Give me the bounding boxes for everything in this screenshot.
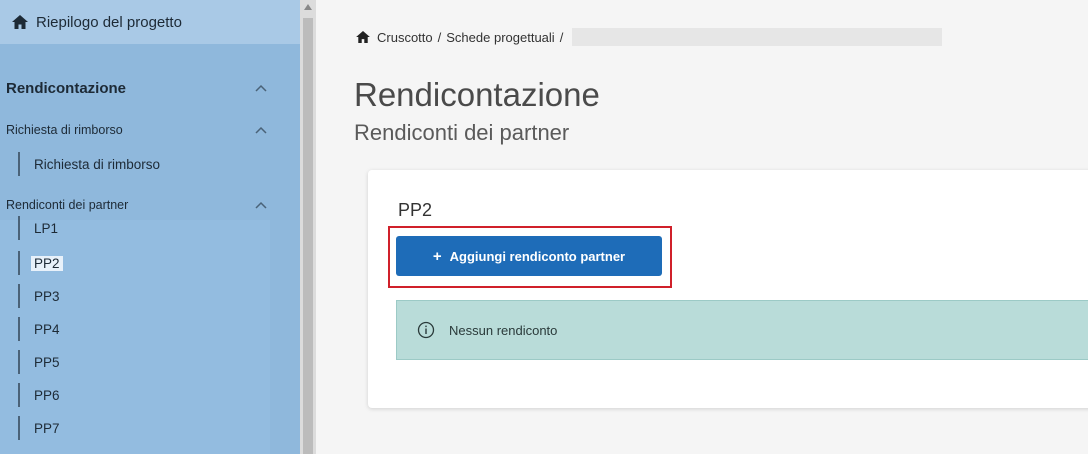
chevron-up-icon	[255, 126, 267, 134]
empty-info-alert: Nessun rendiconto	[396, 300, 1088, 360]
breadcrumb: Cruscotto / Schede progettuali /	[356, 28, 943, 46]
sidebar-section-rendicontazione[interactable]: Rendicontazione	[0, 74, 300, 102]
scrollbar-thumb[interactable]	[303, 18, 313, 454]
page-title: Rendicontazione	[354, 76, 600, 113]
breadcrumb-item-cruscotto[interactable]: Cruscotto	[377, 30, 433, 45]
breadcrumb-item-schede[interactable]: Schede progettuali	[446, 30, 554, 45]
sidebar-item-label: PP5	[34, 354, 60, 370]
sidebar-item-label: Richiesta di rimborso	[34, 156, 161, 172]
partner-card: PP2 + Aggiungi rendiconto partner Nessun…	[368, 170, 1088, 408]
main-content: Cruscotto / Schede progettuali / Rendico…	[316, 0, 1088, 454]
chevron-up-icon	[255, 84, 267, 92]
home-icon[interactable]	[356, 31, 370, 43]
sidebar-item-pp6[interactable]: PP6	[18, 383, 60, 407]
sidebar-group-label: Rendiconti dei partner	[6, 198, 129, 212]
sidebar-item-label: PP4	[34, 321, 60, 337]
sidebar-item-lp1[interactable]: LP1	[18, 216, 58, 240]
sidebar-item-pp5[interactable]: PP5	[18, 350, 60, 374]
info-circle-icon	[417, 321, 435, 339]
sidebar-item-pp2[interactable]: PP2	[18, 251, 63, 275]
sidebar-item-pp7[interactable]: PP7	[18, 416, 60, 440]
sidebar-item-label: PP3	[34, 288, 60, 304]
breadcrumb-separator: /	[559, 29, 564, 45]
sidebar-item-label: PP7	[34, 420, 60, 436]
sidebar-scrollbar[interactable]	[300, 0, 316, 454]
sidebar-item-label: PP6	[34, 387, 60, 403]
home-icon	[12, 15, 28, 29]
sidebar-group-rendiconti-partner[interactable]: Rendiconti dei partner	[0, 193, 300, 217]
sidebar-item-label: Riepilogo del progetto	[36, 13, 182, 31]
sidebar-item-project-summary[interactable]: Riepilogo del progetto	[0, 0, 300, 44]
card-title: PP2	[398, 200, 433, 220]
sidebar-group-richiesta-rimborso[interactable]: Richiesta di rimborso	[0, 118, 300, 142]
empty-message: Nessun rendiconto	[449, 322, 558, 338]
scroll-up-arrow-icon[interactable]	[304, 4, 312, 10]
sidebar-item-richiesta-rimborso[interactable]: Richiesta di rimborso	[18, 152, 160, 176]
page-subtitle: Rendiconti dei partner	[354, 120, 570, 145]
sidebar-group-label: Richiesta di rimborso	[6, 123, 123, 137]
sidebar-item-label: PP2	[31, 255, 63, 271]
add-button-label: Aggiungi rendiconto partner	[449, 248, 626, 264]
breadcrumb-separator: /	[437, 29, 442, 45]
sidebar-item-label: LP1	[34, 220, 59, 236]
breadcrumb-redacted	[572, 28, 943, 46]
plus-icon: +	[432, 247, 442, 265]
sidebar-item-pp4[interactable]: PP4	[18, 317, 60, 341]
add-partner-report-button[interactable]: + Aggiungi rendiconto partner	[396, 236, 662, 276]
sidebar: Riepilogo del progetto Rendicontazione R…	[0, 0, 300, 454]
sidebar-item-pp3[interactable]: PP3	[18, 284, 60, 308]
sidebar-section-label: Rendicontazione	[6, 79, 127, 97]
chevron-up-icon	[255, 201, 267, 209]
